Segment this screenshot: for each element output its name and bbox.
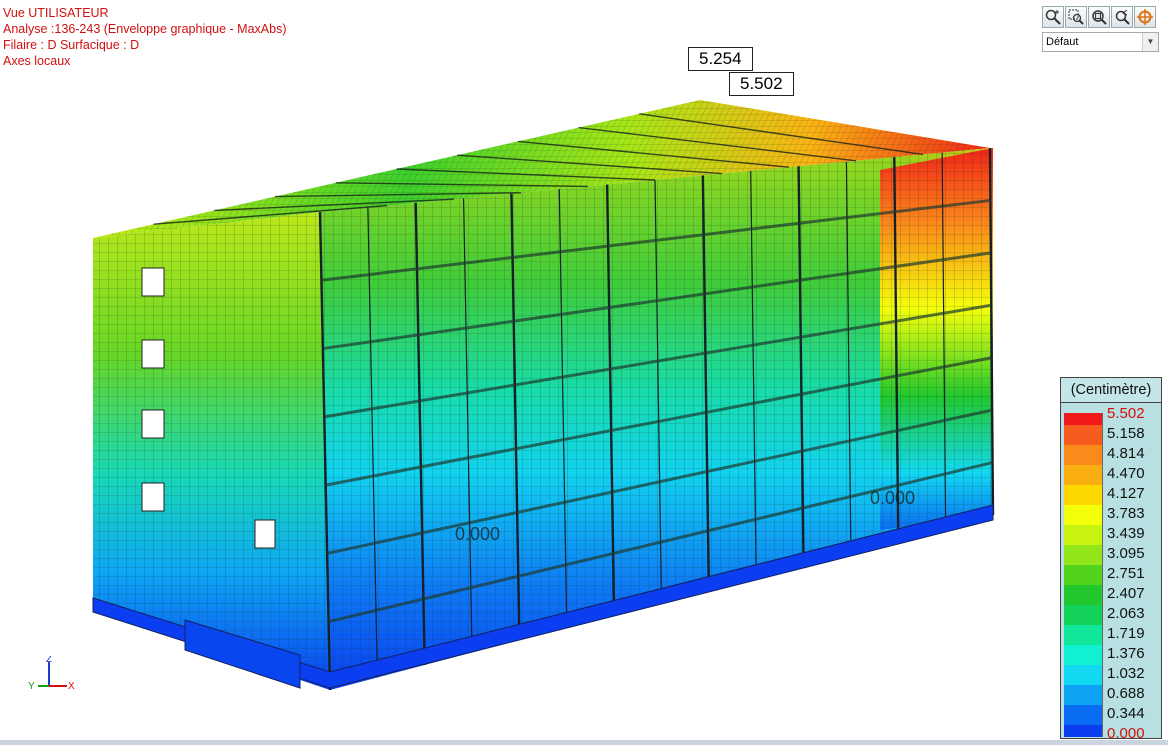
legend-swatch (1064, 685, 1103, 705)
legend-value: 1.032 (1107, 665, 1145, 682)
legend-title: (Centimètre) (1061, 378, 1161, 403)
legend-swatch (1064, 585, 1103, 605)
legend-swatch (1064, 665, 1103, 685)
zero-value-label-left: 0.000 (455, 524, 501, 544)
peak-value-label-1: 5.254 (688, 47, 753, 71)
zoom-in-icon (1045, 9, 1061, 25)
legend-value: 1.719 (1107, 625, 1145, 642)
legend-entry: 5.502 (1061, 405, 1161, 425)
model-viewport[interactable]: Vue UTILISATEUR Analyse :136-243 (Envelo… (0, 0, 1168, 745)
legend-entry: 4.470 (1061, 465, 1161, 485)
peak-value-label-2: 5.502 (729, 72, 794, 96)
view-toolbar (1042, 6, 1156, 28)
legend-swatch (1064, 645, 1103, 665)
zoom-window-button[interactable] (1065, 6, 1087, 28)
analysis-info: Vue UTILISATEUR Analyse :136-243 (Envelo… (3, 5, 287, 69)
legend-entry: 1.032 (1061, 665, 1161, 685)
legend-entry: 0.344 (1061, 705, 1161, 725)
zoom-extents-icon (1092, 10, 1107, 25)
zoom-previous-icon (1115, 9, 1130, 25)
legend-entry: 2.751 (1061, 565, 1161, 585)
legend-entry: 1.719 (1061, 625, 1161, 645)
legend-entry: 4.127 (1061, 485, 1161, 505)
structure-3d-model[interactable] (0, 0, 1040, 740)
legend-value: 2.063 (1107, 605, 1145, 622)
zoom-previous-button[interactable] (1111, 6, 1133, 28)
zoom-in-button[interactable] (1042, 6, 1064, 28)
legend-entry: 1.376 (1061, 645, 1161, 665)
legend-value: 0.688 (1107, 685, 1145, 702)
x-axis-label: X (68, 681, 75, 692)
chevron-down-icon[interactable]: ▼ (1142, 33, 1158, 51)
legend-value: 3.439 (1107, 525, 1145, 542)
window-bottom-edge (0, 740, 1168, 745)
legend-value: 1.376 (1107, 645, 1145, 662)
z-axis-label: Z (46, 656, 52, 665)
axes-mode: Axes locaux (3, 54, 71, 68)
legend-entry: 5.158 (1061, 425, 1161, 445)
legend-value: 2.407 (1107, 585, 1145, 602)
legend-swatch (1064, 485, 1103, 505)
legend-swatch (1064, 505, 1103, 525)
legend-swatch (1064, 725, 1103, 737)
legend-value: 3.095 (1107, 545, 1145, 562)
legend-entry: 4.814 (1061, 445, 1161, 465)
view-preset-value: Défaut (1046, 36, 1079, 48)
legend-swatch (1064, 445, 1103, 465)
y-axis-label: Y (28, 681, 35, 692)
legend-swatch (1064, 545, 1103, 565)
rotate-view-icon (1137, 9, 1153, 25)
view-name: Vue UTILISATEUR (3, 6, 109, 20)
legend-value: 4.470 (1107, 465, 1145, 482)
legend-value: 4.814 (1107, 445, 1145, 462)
axes-triad: Z Y X (28, 656, 75, 692)
color-legend: (Centimètre) 5.502 5.158 4.814 4.470 4.127 3.… (1060, 377, 1162, 742)
legend-value: 5.502 (1107, 405, 1145, 422)
legend-value: 3.783 (1107, 505, 1145, 522)
legend-entry: 0.688 (1061, 685, 1161, 705)
zoom-extents-button[interactable] (1088, 6, 1110, 28)
legend-value: 5.158 (1107, 425, 1145, 442)
legend-entry: 3.783 (1061, 505, 1161, 525)
legend-scale: 5.502 5.158 4.814 4.470 4.127 3.783 3.439 3.095… (1061, 403, 1161, 742)
legend-swatch (1064, 625, 1103, 645)
legend-swatch (1064, 465, 1103, 485)
legend-swatch (1064, 705, 1103, 725)
legend-swatch (1064, 565, 1103, 585)
legend-swatch (1064, 525, 1103, 545)
display-mode: Filaire : D Surfacique : D (3, 38, 140, 52)
legend-swatch (1064, 605, 1103, 625)
legend-value: 0.344 (1107, 705, 1145, 722)
view-preset-select[interactable]: Défaut ▼ (1042, 32, 1159, 52)
legend-entry: 2.407 (1061, 585, 1161, 605)
analysis-name: Analyse :136-243 (Enveloppe graphique - … (3, 22, 287, 36)
legend-value: 4.127 (1107, 485, 1145, 502)
legend-entry: 3.439 (1061, 525, 1161, 545)
rotate-view-button[interactable] (1134, 6, 1156, 28)
legend-entry: 2.063 (1061, 605, 1161, 625)
legend-value: 2.751 (1107, 565, 1145, 582)
legend-swatch (1064, 413, 1103, 425)
zero-value-label-right: 0.000 (870, 488, 916, 508)
legend-swatch (1064, 425, 1103, 445)
zoom-window-icon (1068, 9, 1084, 25)
legend-entry: 3.095 (1061, 545, 1161, 565)
